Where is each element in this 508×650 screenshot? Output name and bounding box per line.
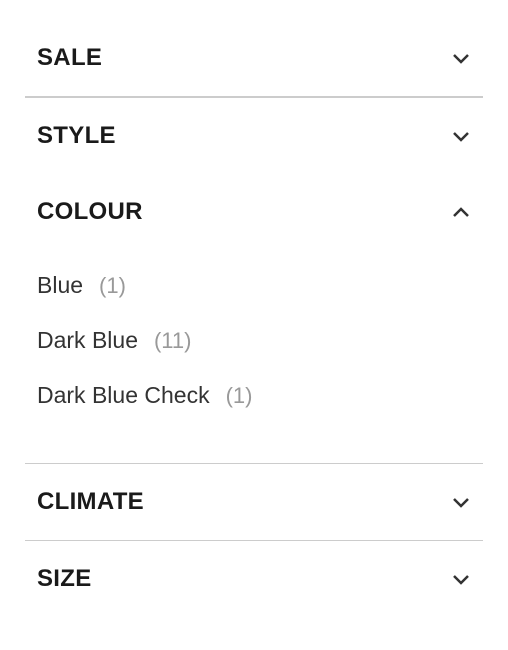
filter-section-size: SIZE [25, 541, 483, 617]
filter-option-blue[interactable]: Blue (1) [37, 258, 471, 313]
chevron-down-icon [449, 490, 473, 514]
chevron-down-icon [449, 567, 473, 591]
chevron-down-icon [449, 46, 473, 70]
filter-section-colour: COLOUR Blue (1) Dark Blue (11) Dark Blue… [25, 174, 483, 464]
filter-section-sale: SALE [25, 20, 483, 97]
option-label: Dark Blue [37, 327, 138, 354]
filter-title-sale: SALE [37, 44, 102, 72]
filter-header-colour[interactable]: COLOUR [25, 174, 483, 250]
filter-title-style: STYLE [37, 122, 116, 150]
filter-option-dark-blue[interactable]: Dark Blue (11) [37, 313, 471, 368]
option-count: (1) [226, 383, 253, 409]
filter-header-sale[interactable]: SALE [25, 20, 483, 96]
chevron-down-icon [449, 124, 473, 148]
option-count: (11) [154, 328, 192, 354]
filter-section-style: STYLE [25, 97, 483, 174]
filter-options-colour: Blue (1) Dark Blue (11) Dark Blue Check … [25, 250, 483, 463]
filter-title-climate: CLIMATE [37, 488, 144, 516]
option-label: Dark Blue Check [37, 382, 210, 409]
filter-option-dark-blue-check[interactable]: Dark Blue Check (1) [37, 368, 471, 423]
chevron-up-icon [449, 200, 473, 224]
filter-section-climate: CLIMATE [25, 464, 483, 541]
filter-title-colour: COLOUR [37, 198, 143, 226]
filter-title-size: SIZE [37, 565, 92, 593]
filter-header-style[interactable]: STYLE [25, 98, 483, 174]
filter-header-size[interactable]: SIZE [25, 541, 483, 617]
filter-header-climate[interactable]: CLIMATE [25, 464, 483, 540]
option-count: (1) [99, 273, 126, 299]
option-label: Blue [37, 272, 83, 299]
